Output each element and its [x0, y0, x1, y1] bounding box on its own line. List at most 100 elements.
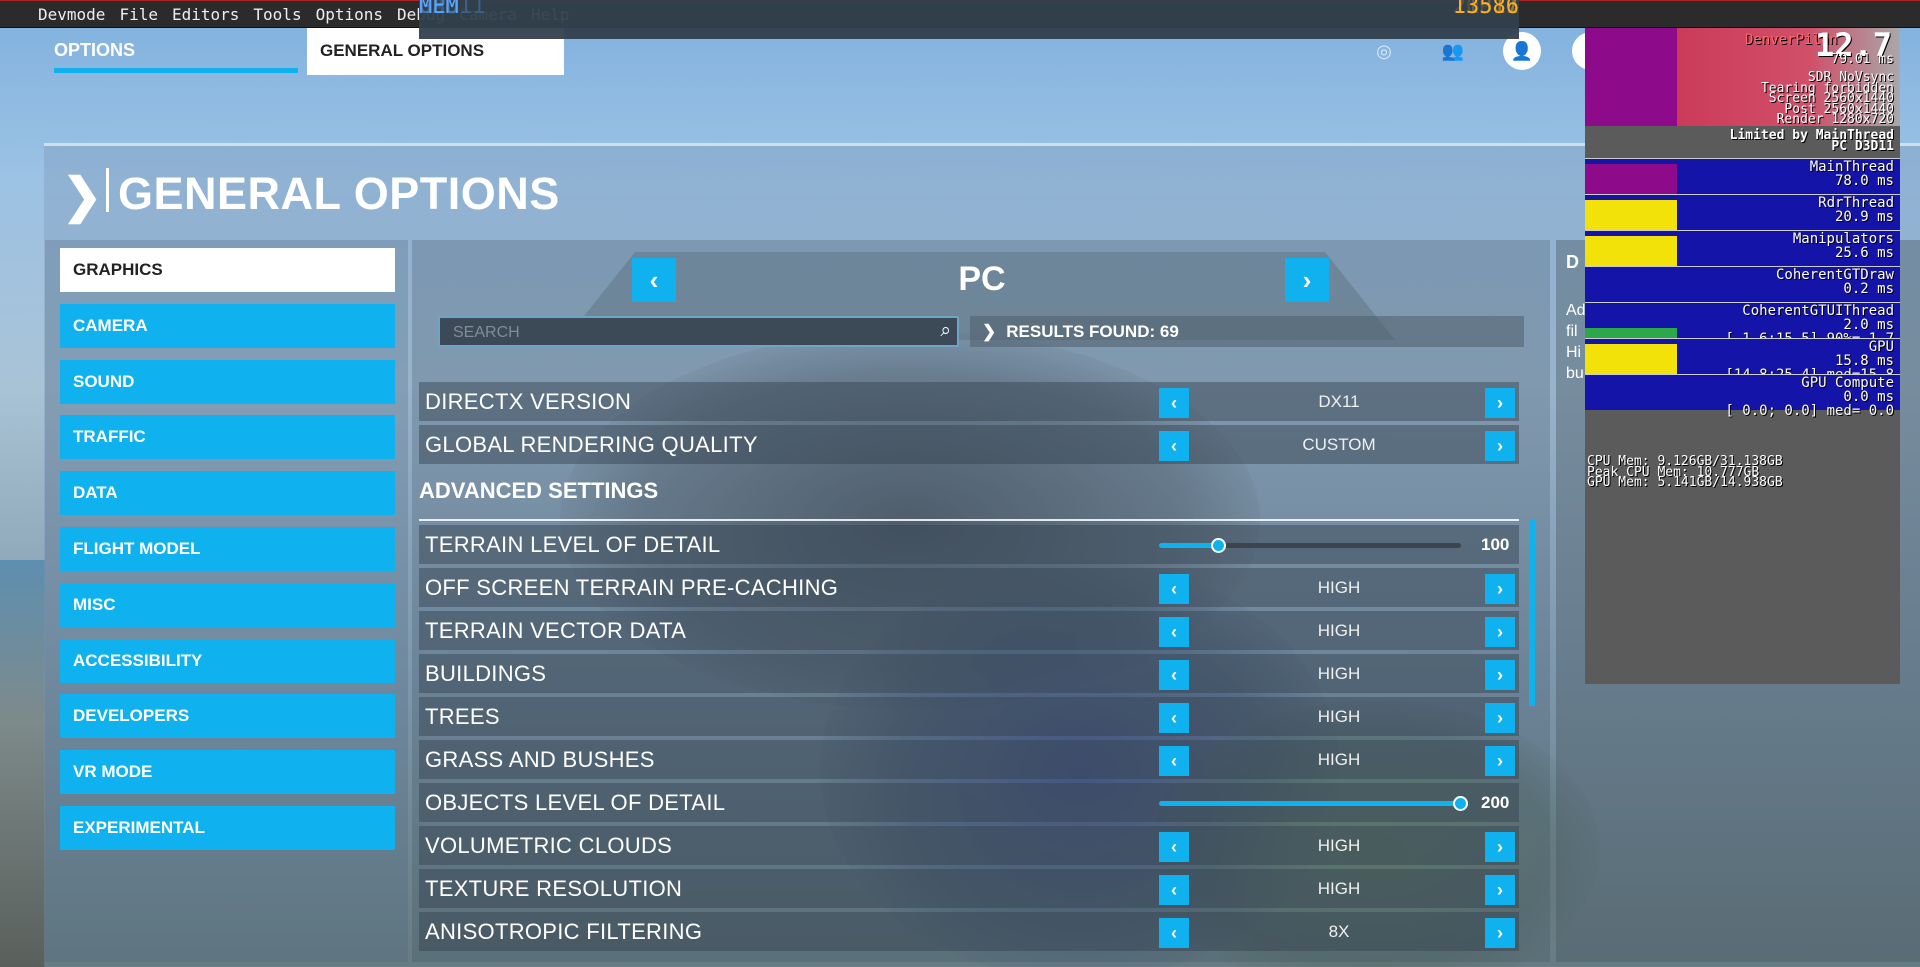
perf-section-graph	[1585, 164, 1677, 194]
menu-item-editors[interactable]: Editors	[172, 5, 239, 24]
devmode-stats: DEM 9.1 RAM 20675 D3D11 13.1 GPU 17 MEM 13586	[0, 0, 1519, 82]
perf-section-gpu-compute: GPU Compute 0.0 ms[ 0.0; 0.0] med= 0.0	[1585, 374, 1900, 418]
option-value: CUSTOM	[1302, 435, 1376, 454]
next-option-button[interactable]: ›	[1485, 617, 1515, 647]
next-option-button[interactable]: ›	[1485, 746, 1515, 776]
setting-row: TERRAIN LEVEL OF DETAIL 100	[419, 525, 1519, 564]
next-option-button[interactable]: ›	[1485, 875, 1515, 905]
setting-row: GRASS AND BUSHES ‹ HIGH ›	[419, 740, 1519, 779]
menu-item-options[interactable]: Options	[316, 5, 383, 24]
prev-option-button[interactable]: ‹	[1159, 703, 1189, 733]
perf-section-value: 78.0 ms	[1834, 173, 1894, 189]
next-option-button[interactable]: ›	[1485, 832, 1515, 862]
menu-item-file[interactable]: File	[119, 5, 158, 24]
next-option-button[interactable]: ›	[1485, 918, 1515, 948]
prev-option-button[interactable]: ‹	[1159, 388, 1189, 418]
perf-section-name: GPU Compute	[1801, 375, 1894, 391]
prev-option-button[interactable]: ‹	[1159, 918, 1189, 948]
results-found: ❯ RESULTS FOUND: 69	[970, 316, 1524, 347]
perf-api: PC D3D11	[1831, 139, 1894, 154]
setting-label: VOLUMETRIC CLOUDS	[425, 833, 673, 858]
next-option-button[interactable]: ›	[1485, 703, 1515, 733]
next-option-button[interactable]: ›	[1485, 660, 1515, 690]
setting-label: DIRECTX VERSION	[425, 389, 632, 414]
perf-section-graph	[1585, 344, 1677, 374]
platform-label: PC	[958, 260, 1006, 298]
option-value: HIGH	[1317, 578, 1361, 597]
sidebar-item-sound[interactable]: SOUND	[60, 359, 395, 404]
advanced-heading: ADVANCED SETTINGS	[419, 478, 659, 503]
perf-section-graph	[1585, 380, 1677, 410]
slider-value: 100	[1481, 535, 1510, 554]
setting-row: TREES ‹ HIGH ›	[419, 697, 1519, 736]
setting-row: GLOBAL RENDERING QUALITY ‹ CUSTOM ›	[419, 425, 1519, 464]
prev-option-button[interactable]: ‹	[1159, 574, 1189, 604]
setting-label: TEXTURE RESOLUTION	[425, 876, 683, 901]
perf-section-name: Manipulators	[1792, 231, 1894, 247]
platform-next-button[interactable]: ›	[1285, 258, 1329, 302]
settings-scrollbar[interactable]	[1529, 520, 1535, 706]
prev-option-button[interactable]: ‹	[1159, 832, 1189, 862]
prev-option-button[interactable]: ‹	[1159, 746, 1189, 776]
sidebar-item-traffic[interactable]: TRAFFIC	[60, 415, 395, 460]
option-value: DX11	[1318, 392, 1360, 411]
search-input[interactable]	[453, 323, 923, 343]
prev-option-button[interactable]: ‹	[1159, 660, 1189, 690]
setting-label: GRASS AND BUSHES	[425, 747, 655, 772]
setting-label: GLOBAL RENDERING QUALITY	[425, 432, 758, 457]
slider-fill	[1159, 543, 1220, 548]
prev-option-button[interactable]: ‹	[1159, 875, 1189, 905]
advanced-divider	[419, 519, 1519, 521]
sidebar-item-developers[interactable]: DEVELOPERS	[60, 694, 395, 739]
setting-row: TEXTURE RESOLUTION ‹ HIGH ›	[419, 869, 1519, 908]
prev-option-button[interactable]: ‹	[1159, 431, 1189, 461]
slider-track[interactable]	[1159, 796, 1468, 811]
stat-value: 13586	[1452, 0, 1519, 19]
setting-row: OFF SCREEN TERRAIN PRE-CACHING ‹ HIGH ›	[419, 568, 1519, 607]
sidebar-item-graphics[interactable]: GRAPHICS	[60, 248, 395, 292]
perf-section-graph	[1585, 328, 1677, 338]
perf-section-text: CoherentGTDraw 0.2 ms	[1776, 268, 1894, 296]
platform-prev-button[interactable]: ‹	[632, 258, 676, 302]
sidebar-item-misc[interactable]: MISC	[60, 582, 395, 627]
slider-track[interactable]	[1159, 538, 1461, 553]
perf-section-graph	[1585, 200, 1677, 230]
chevron-right-icon: ❯	[62, 170, 103, 223]
option-value: HIGH	[1317, 664, 1361, 683]
search-icon[interactable]: ⌕	[940, 320, 951, 342]
perf-section-text: Manipulators 25.6 ms	[1793, 232, 1894, 260]
perf-section-name: CoherentGTDraw	[1775, 267, 1894, 283]
option-value: HIGH	[1317, 621, 1361, 640]
option-value: HIGH	[1317, 750, 1361, 769]
option-value: HIGH	[1317, 836, 1361, 855]
perf-section-gpu: GPU15.8 ms[14.8;25.4] med=15.8	[1585, 338, 1900, 382]
sidebar-item-experimental[interactable]: EXPERIMENTAL	[60, 806, 395, 850]
perf-section-value: 25.6 ms	[1834, 245, 1894, 261]
background-coastline	[0, 560, 45, 967]
prev-option-button[interactable]: ‹	[1159, 617, 1189, 647]
perf-section-text: GPU Compute 0.0 ms[ 0.0; 0.0] med= 0.0	[1725, 376, 1894, 418]
setting-row: DIRECTX VERSION ‹ DX11 ›	[419, 382, 1519, 421]
sidebar-item-vr-mode[interactable]: VR MODE	[60, 750, 395, 795]
perf-section-name: CoherentGTUIThread	[1742, 303, 1894, 319]
sidebar-item-camera[interactable]: CAMERA	[60, 303, 395, 348]
perf-section-value: 0.2 ms	[1843, 281, 1894, 297]
slider-knob[interactable]	[1211, 538, 1227, 553]
menu-item-tools[interactable]: Tools	[253, 5, 301, 24]
perf-section-value: 15.8 ms	[1834, 353, 1894, 369]
sidebar-item-data[interactable]: DATA	[60, 471, 395, 516]
results-label: RESULTS FOUND: 69	[1006, 322, 1179, 341]
next-option-button[interactable]: ›	[1485, 574, 1515, 604]
slider-knob[interactable]	[1453, 796, 1468, 811]
perf-section-name: RdrThread	[1818, 195, 1894, 211]
slider-value: 200	[1481, 793, 1510, 812]
option-value: 8X	[1328, 922, 1350, 941]
perf-section-value: 2.0 ms	[1843, 317, 1894, 333]
next-option-button[interactable]: ›	[1485, 431, 1515, 461]
next-option-button[interactable]: ›	[1485, 388, 1515, 418]
page-header: ❯ GENERAL OPTIONS	[48, 146, 1608, 234]
perf-section-manipulators: Manipulators 25.6 ms	[1585, 230, 1900, 266]
sidebar-item-flight-model[interactable]: FLIGHT MODEL	[60, 527, 395, 571]
sidebar-item-accessibility[interactable]: ACCESSIBILITY	[60, 638, 395, 683]
option-value: HIGH	[1317, 707, 1361, 726]
